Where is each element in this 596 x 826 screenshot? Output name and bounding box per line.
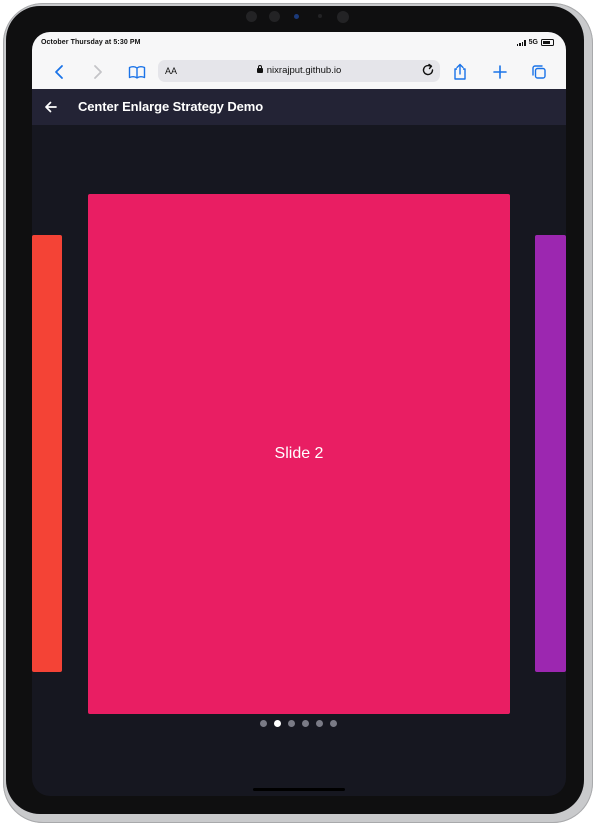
reload-icon: [422, 63, 434, 76]
signal-icon: [516, 39, 526, 46]
url-display: nixrajput.github.io: [158, 65, 440, 76]
slide-label: Slide 2: [274, 445, 324, 462]
app-bar: Center Enlarge Strategy Demo: [32, 89, 566, 125]
app-back-button[interactable]: [42, 98, 60, 116]
new-tab-button[interactable]: [490, 62, 510, 82]
address-bar[interactable]: AA nixrajput.github.io: [158, 60, 440, 82]
slide-previous[interactable]: [32, 235, 62, 672]
camera-sensors: [0, 11, 596, 23]
book-icon: [128, 66, 146, 79]
url-text: nixrajput.github.io: [266, 65, 342, 76]
forward-button[interactable]: [88, 62, 108, 82]
browser-toolbar: AA nixrajput.github.io: [32, 54, 566, 90]
chevron-left-icon: [55, 65, 63, 79]
status-indicators: 5G: [516, 39, 554, 46]
home-indicator[interactable]: [253, 788, 345, 791]
reload-button[interactable]: [421, 63, 435, 77]
bookmarks-button[interactable]: [127, 62, 147, 82]
status-time: October Thursday at 5:30 PM: [41, 39, 141, 46]
indicator-dot[interactable]: [260, 720, 267, 727]
indicator-dot[interactable]: [288, 720, 295, 727]
lock-icon: [256, 65, 263, 73]
network-label: 5G: [528, 39, 538, 46]
tabs-button[interactable]: [529, 62, 549, 82]
plus-icon: [493, 65, 507, 79]
chevron-right-icon: [94, 65, 102, 79]
indicator-dot[interactable]: [330, 720, 337, 727]
slide-current[interactable]: Slide 2: [88, 194, 510, 714]
screen: October Thursday at 5:30 PM 5G AA nixraj…: [32, 32, 566, 796]
back-button[interactable]: [49, 62, 69, 82]
share-button[interactable]: [450, 62, 470, 82]
battery-icon: [541, 39, 554, 46]
slide-next[interactable]: [535, 235, 566, 672]
arrow-left-icon: [45, 101, 57, 113]
indicator-dot[interactable]: [302, 720, 309, 727]
share-icon: [454, 63, 466, 80]
indicator-dot[interactable]: [316, 720, 323, 727]
carousel-indicators: [260, 720, 337, 727]
tabs-icon: [532, 65, 546, 79]
status-bar: October Thursday at 5:30 PM 5G: [32, 32, 566, 54]
indicator-dot-active[interactable]: [274, 720, 281, 727]
page-title: Center Enlarge Strategy Demo: [78, 99, 264, 114]
